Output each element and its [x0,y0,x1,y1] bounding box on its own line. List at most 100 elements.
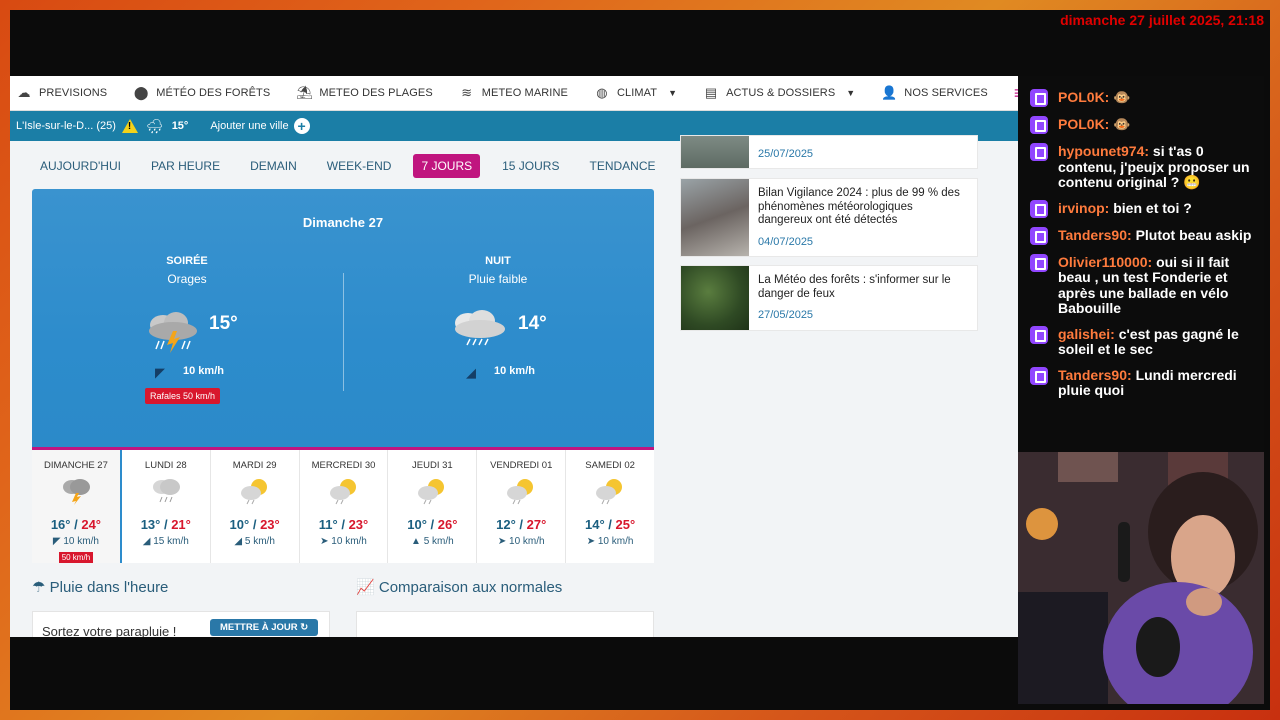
chat-message: Tanders90: Lundi mercredi pluie quoi [1030,366,1264,399]
tree-icon: ⬤ [133,85,149,100]
rain-section-title: ☂ Pluie dans l'heure [32,578,168,596]
hero-title: Dimanche 27 [302,215,384,230]
sun-cloud-icon [566,475,654,509]
day-temps: 10° / 23° [229,517,280,532]
nav-label: METEO DES PLAGES [319,87,433,99]
nav-services[interactable]: 👤 NOS SERVICES [881,86,988,100]
chat-username[interactable]: irvinop: [1058,200,1109,216]
day-temps: 10° / 26° [407,517,458,532]
temp-low: 11° [318,517,338,532]
chart-icon: 📈 [356,579,375,596]
day-card[interactable]: SAMEDI 02 14° / 25° ➤ 10 km/h [566,450,654,563]
day-card[interactable]: MARDI 29 10° / 23° ◢ 5 km/h [211,450,300,563]
chat-message: POL0K: 🐵 [1030,89,1264,107]
sun-cloud-icon [300,475,388,509]
twitch-badge-icon [1030,89,1048,107]
chat-username[interactable]: Tanders90: [1058,227,1132,243]
article-card[interactable]: 25/07/2025 [680,135,978,169]
tab-7-jours[interactable]: 7 JOURS [413,154,481,178]
article-title: La Météo des forêts : s'informer sur le … [758,274,951,300]
temp-high: 26° [437,517,458,532]
forecast-hero: Dimanche 27 SOIRÉE Orages 15° ◤ 10 km/h … [32,189,654,447]
period-soiree: SOIRÉE Orages 15° ◤ 10 km/h Rafales 50 k… [37,255,337,404]
nav-climat[interactable]: ◍ CLIMAT ▼ [594,86,677,100]
period-desc: Pluie faible [468,272,528,286]
day-card[interactable]: JEUDI 31 10° / 26° ▲ 5 km/h [388,450,478,563]
chat-text: 🐵 [1113,89,1131,105]
tab-par-heure[interactable]: PAR HEURE [143,154,228,178]
nav-meteo-forets[interactable]: ⬤ MÉTÉO DES FORÊTS [133,86,270,100]
nav-actus[interactable]: ▤ ACTUS & DOSSIERS ▼ [703,86,855,100]
period-temp: 14° [518,313,547,334]
tab-tendance[interactable]: TENDANCE [581,154,663,178]
tab-15-jours[interactable]: 15 JOURS [494,154,567,178]
main-nav: ☁ PREVISIONS ⬤ MÉTÉO DES FORÊTS ⛱ METEO DES… [10,76,1018,111]
temp-low: 16° [50,517,71,532]
nav-label: CLIMAT [616,87,658,99]
rain-message: Sortez votre parapluie ! [42,624,177,637]
tab-week-end[interactable]: WEEK-END [319,154,400,178]
chat-username[interactable]: POL0K: [1058,116,1109,132]
rain-cloud-icon [455,310,505,346]
chat-username[interactable]: POL0K: [1058,89,1109,105]
chat-username[interactable]: galishei: [1058,326,1115,342]
chat-username[interactable]: Tanders90: [1058,367,1132,383]
temp-low: 10° [407,517,427,532]
waves-icon: ≋ [461,85,473,100]
chat-message: POL0K: 🐵 [1030,116,1264,134]
article-thumbnail [681,266,749,330]
day-card[interactable]: MERCREDI 30 11° / 23° ➤ 10 km/h [300,450,389,563]
temp-high: 23° [260,517,280,532]
chat-text: Plutot beau askip [1135,226,1252,243]
warning-icon[interactable] [121,119,138,133]
rain-cloud-icon: ☂ [32,579,46,596]
day-wind: ◢ 15 km/h [142,536,189,547]
refresh-icon: ↻ [300,622,309,633]
day-name: VENDREDI 01 [490,460,553,471]
article-text: 25/07/2025 [749,136,822,168]
article-title: Bilan Vigilance 2024 : plus de 99 % des … [758,187,960,226]
user-plus-icon: 👤 [881,85,898,100]
tab-aujourdhui[interactable]: AUJOURD'HUI [32,154,129,178]
day-wind: ◤ 10 km/h [52,536,99,547]
chevron-down-icon: ▼ [668,88,678,98]
webcam-person-illustration [1018,452,1264,704]
update-button[interactable]: METTRE À JOUR ↻ [210,619,319,636]
forecast-column: AUJOURD'HUI PAR HEURE DEMAIN WEEK-END 7 … [32,141,656,637]
nav-meteo-marine[interactable]: ≋ METEO MARINE [459,86,568,100]
weather-website: ☁ PREVISIONS ⬤ MÉTÉO DES FORÊTS ⛱ METEO DES… [10,76,1018,637]
chat-message: galishei: c'est pas gagné le soleil et l… [1030,325,1264,358]
twitch-badge-icon [1030,366,1048,385]
plus-icon: + [293,118,310,134]
wind-speed: 10 km/h [509,536,545,547]
day-wind: ➤ 10 km/h [320,536,367,547]
gust-badge: Rafales 50 km/h [145,388,221,404]
day-card[interactable]: VENDREDI 01 12° / 27° ➤ 10 km/h [477,450,567,563]
chat-message: Olivier110000: oui si il fait beau , un … [1030,253,1264,317]
city-name[interactable]: L'Isle-sur-le-D... (25) [16,120,116,132]
article-card[interactable]: Bilan Vigilance 2024 : plus de 99 % des … [680,178,978,257]
day-wind: ➤ 10 km/h [586,536,634,547]
day-temps: 12° / 27° [496,517,547,532]
tab-demain[interactable]: DEMAIN [242,154,305,178]
section-label: Pluie dans l'heure [49,579,169,596]
day-card[interactable]: LUNDI 28 13° / 21° ◢ 15 km/h [122,450,211,563]
period-wind: 10 km/h [183,365,224,377]
day-name: JEUDI 31 [412,460,453,471]
day-temps: 14° / 25° [584,517,636,532]
add-city-button[interactable]: Ajouter une ville + [210,118,310,134]
article-card[interactable]: La Météo des forêts : s'informer sur le … [680,265,978,331]
nav-label: ACTUS & DOSSIERS [726,87,836,99]
period-temp: 15° [209,313,238,334]
nav-previsions[interactable]: ☁ PREVISIONS [16,86,107,100]
forecast-tabs: AUJOURD'HUI PAR HEURE DEMAIN WEEK-END 7 … [32,141,656,191]
chat-text: bien et toi ? [1113,199,1192,216]
twitch-badge-icon [1030,253,1048,272]
wind-speed: 5 km/h [423,536,454,547]
day-card[interactable]: DIMANCHE 27 16° / 24° ◤ 10 km/h 50 km/h [32,450,122,563]
section-label: Comparaison aux normales [378,579,563,596]
nav-meteo-plages[interactable]: ⛱ METEO DES PLAGES [296,86,432,100]
chat-message: hypounet974: si t'as 0 contenu, j'peujx … [1030,143,1264,191]
chat-username[interactable]: hypounet974: [1058,143,1149,159]
chat-username[interactable]: Olivier110000: [1058,254,1152,270]
